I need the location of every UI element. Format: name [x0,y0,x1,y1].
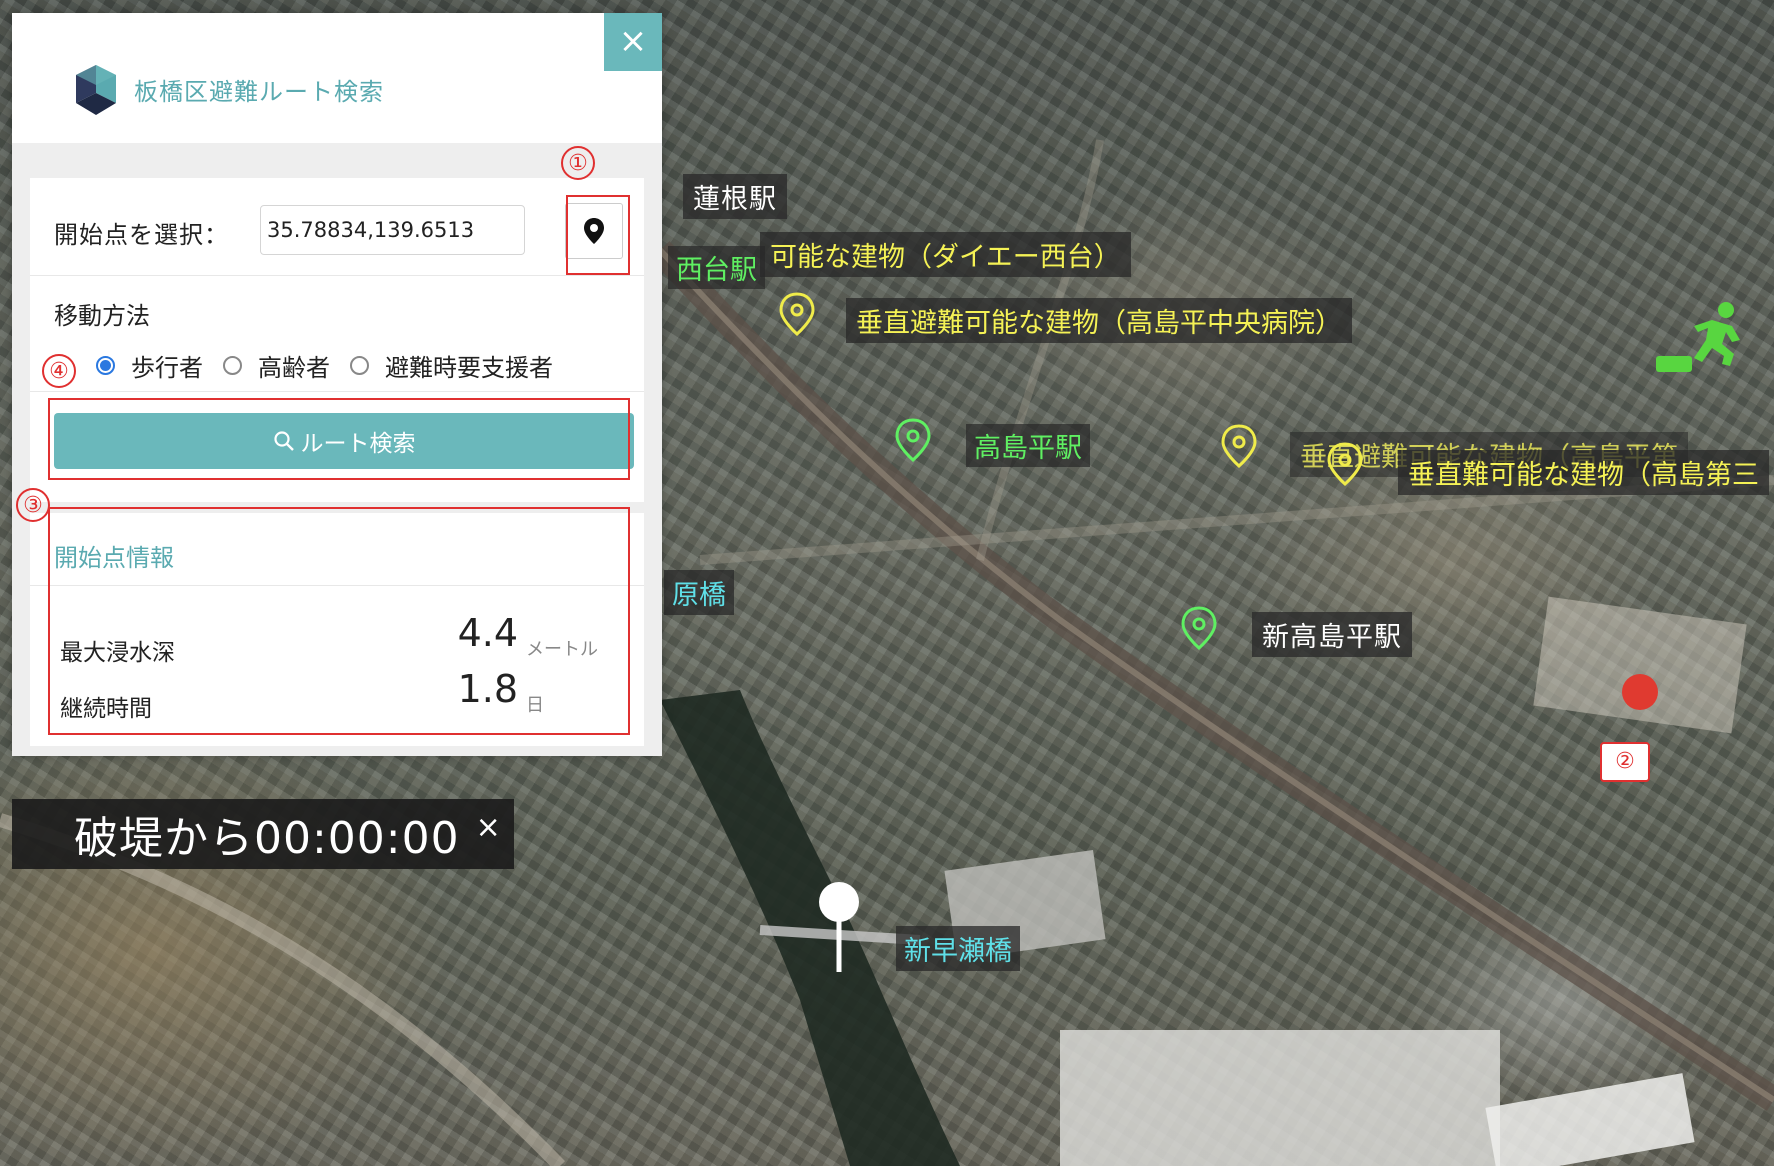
move-method-label: 移動方法 [54,302,150,330]
mode-label: 高齢者 [258,354,330,382]
map-label-harabashi[interactable]: 原橋 [664,570,734,615]
mode-label: 避難時要支援者 [385,354,553,382]
radio-support[interactable] [350,356,369,375]
panel-header: 板橋区避難ルート検索 [72,59,384,119]
map-label-shin-takashimadaira-station[interactable]: 新高島平駅 [1252,612,1412,657]
annotation-box-4 [48,398,630,480]
divider [30,391,644,392]
annotation-box-3 [48,507,630,735]
map-pin-icon[interactable] [1220,424,1258,468]
move-method-options: 歩行者 高齢者 避難時要支援者 [96,348,573,383]
app-logo-icon [76,65,116,115]
mode-option-walker[interactable]: 歩行者 [96,348,203,383]
map-label-daiei[interactable]: 可能な建物（ダイエー西台） [760,232,1131,277]
mode-option-support[interactable]: 避難時要支援者 [350,348,553,383]
destination-marker[interactable] [1622,674,1658,710]
map-pin-icon[interactable] [778,292,816,336]
map-pin-icon[interactable] [894,418,932,462]
mode-label: 歩行者 [131,354,203,382]
annotation-box-1 [566,195,630,275]
map-label-shin-hayasebashi[interactable]: 新早瀬橋 [896,926,1020,971]
map-label-vertical-third[interactable]: 垂直難可能な建物（高島第三 [1398,450,1769,495]
map-pin-icon[interactable] [1326,442,1364,486]
map-label-takashimadaira-hospital[interactable]: 垂直避難可能な建物（高島平中央病院） [846,298,1352,343]
mode-option-elderly[interactable]: 高齢者 [223,348,330,383]
breach-timer: 破堤から00:00:00 × [12,799,514,869]
map-label-nishidai-station[interactable]: 西台駅 [668,246,765,289]
map-label-hasune-station[interactable]: 蓮根駅 [683,174,787,219]
map-label-takashimadaira-station[interactable]: 高島平駅 [966,424,1090,467]
radio-walker[interactable] [96,356,115,375]
evacuation-exit-icon [1656,302,1740,372]
breach-timer-text: 破堤から00:00:00 [74,813,460,864]
map-pin-icon[interactable] [1180,606,1218,650]
panel-close-button[interactable]: × [604,13,662,71]
annotation-number-3: ③ [16,488,50,522]
start-marker-icon[interactable] [818,880,860,974]
timer-close-button[interactable]: × [476,810,501,845]
radio-elderly[interactable] [223,356,242,375]
annotation-number-2: ② [1600,742,1650,782]
divider [30,275,644,276]
start-point-label: 開始点を選択： [54,221,229,249]
start-point-input[interactable] [260,205,525,255]
app-title: 板橋区避難ルート検索 [134,77,384,106]
annotation-number-1: ① [561,146,595,180]
annotation-number-4: ④ [42,354,76,388]
